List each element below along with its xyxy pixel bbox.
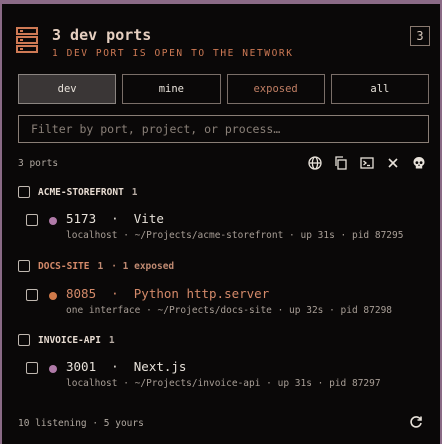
status-dot [49,292,57,300]
ports-panel: 3 dev ports 1 DEV PORT IS OPEN TO THE NE… [2,4,440,444]
tab-all[interactable]: all [330,74,429,104]
item-checkbox[interactable] [26,214,38,226]
network-warning: 1 DEV PORT IS OPEN TO THE NETWORK [52,48,294,59]
group-header: ACME-STOREFRONT 1 [18,186,138,198]
group-count: 1 [97,260,104,272]
item-meta: one interface · ~/Projects/docs-site · u… [66,305,393,316]
group-header: INVOICE-API 1 [18,334,115,346]
status-dot [49,217,57,225]
close-icon[interactable] [384,154,402,172]
process-name: Next.js [133,359,187,374]
tab-exposed[interactable]: exposed [226,74,325,104]
group-name: ACME-STOREFRONT [38,186,124,198]
group-name: INVOICE-API [38,334,101,346]
item-checkbox[interactable] [26,289,38,301]
tab-dev[interactable]: dev [18,74,117,104]
terminal-icon[interactable] [358,154,376,172]
globe-icon[interactable] [306,154,324,172]
item-checkbox[interactable] [26,362,38,374]
tab-mine[interactable]: mine [122,74,221,104]
port-number: 5173 [66,211,97,226]
skull-icon[interactable] [410,154,428,172]
process-name: Python http.server [133,286,270,301]
filter-tabs: dev mine exposed all [18,74,429,104]
count-badge: 3 [410,26,430,46]
port-number: 8085 [66,286,97,301]
group-checkbox[interactable] [18,260,30,272]
port-separator: · [111,359,119,374]
port-separator: · [111,211,119,226]
port-line: 8085 · Python http.server [66,286,269,301]
port-number: 3001 [66,359,97,374]
port-separator: · [111,286,119,301]
page-title: 3 dev ports [52,26,152,44]
process-name: Vite [133,211,164,226]
item-meta: localhost · ~/Projects/acme-storefront ·… [66,230,404,241]
toolbar [306,154,428,172]
status-dot [49,365,57,373]
filter-input[interactable] [29,121,428,137]
ports-count: 3 ports [18,158,59,169]
footer-summary: 10 listening · 5 yours [18,418,144,429]
port-line: 5173 · Vite [66,211,164,226]
group-checkbox[interactable] [18,186,30,198]
filter-box [18,115,429,143]
group-count: 1 [131,186,138,198]
group-header: DOCS-SITE 1 · 1 exposed [18,260,174,272]
copy-icon[interactable] [332,154,350,172]
group-name: DOCS-SITE [38,260,90,272]
group-checkbox[interactable] [18,334,30,346]
item-meta: localhost · ~/Projects/invoice-api · up … [66,378,381,389]
exposed-label: · 1 exposed [111,260,175,272]
refresh-icon[interactable] [408,414,424,430]
port-line: 3001 · Next.js [66,359,186,374]
server-stack-icon [16,27,38,53]
group-count: 1 [108,334,115,346]
